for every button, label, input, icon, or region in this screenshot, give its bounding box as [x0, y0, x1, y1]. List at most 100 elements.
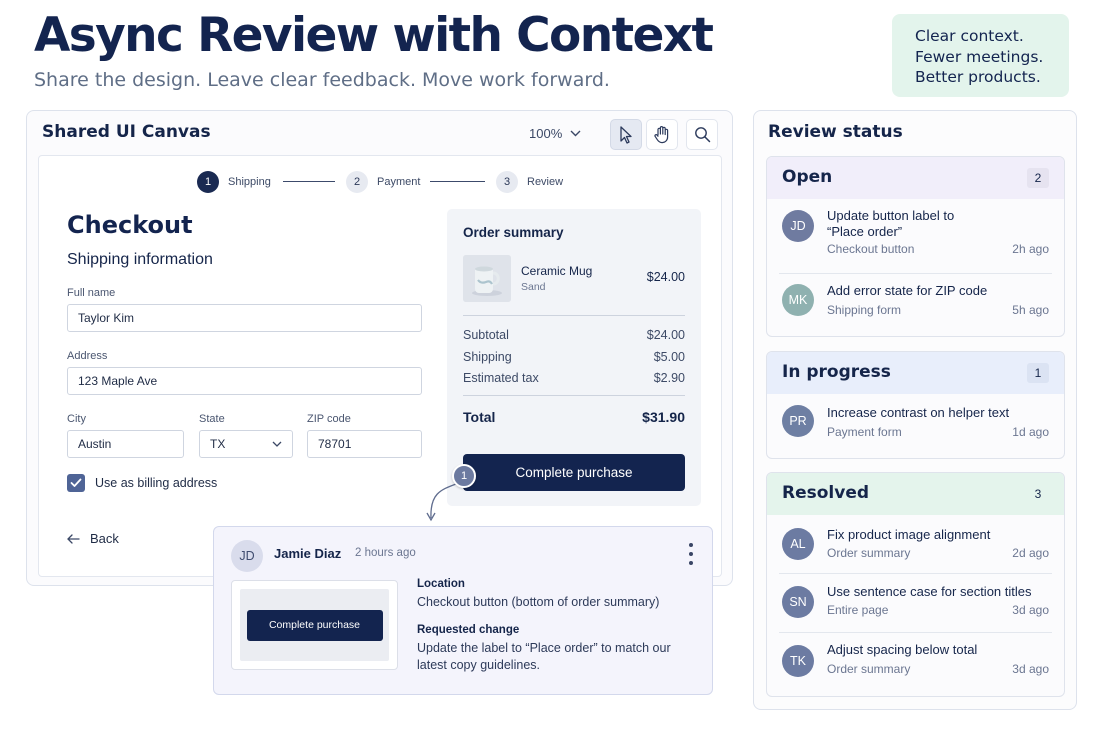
hand-tool-button[interactable] — [646, 119, 678, 150]
chevron-down-icon — [570, 130, 581, 137]
comment-card: JD Jamie Diaz 2 hours ago Complete purch… — [213, 526, 713, 695]
search-tool-button[interactable] — [686, 119, 718, 150]
item-title: Use sentence case for section titles — [827, 584, 1032, 599]
total-label: Total — [463, 409, 496, 425]
checkout-heading: Checkout — [67, 211, 193, 239]
summary-row-label: Estimated tax — [463, 371, 539, 385]
state-select[interactable]: TX — [199, 430, 293, 458]
more-options-icon[interactable] — [686, 543, 696, 565]
group-count: 2 — [1027, 168, 1049, 188]
arrow-left-icon — [67, 533, 80, 544]
summary-row-value: $5.00 — [653, 350, 685, 364]
step-label: Review — [527, 176, 564, 188]
group-open: Open 2 JD Update button label to “Place … — [766, 156, 1065, 337]
zoom-dropdown[interactable]: 100% — [529, 126, 581, 141]
item-age: 3d ago — [1012, 603, 1049, 617]
search-icon — [694, 127, 710, 143]
avatar: AL — [782, 528, 814, 560]
item-age: 1d ago — [1012, 425, 1049, 439]
canvas-title: Shared UI Canvas — [42, 122, 211, 142]
item-meta: Entire page — [827, 603, 889, 617]
review-item[interactable]: JD Update button label to “Place order” … — [767, 199, 1064, 273]
item-title: Increase contrast on helper text — [827, 405, 1010, 420]
address-input[interactable] — [67, 367, 422, 395]
summary-row-subtotal: Subtotal $24.00 — [463, 328, 685, 342]
step-number: 1 — [197, 171, 219, 193]
step-number: 2 — [346, 171, 368, 193]
review-item[interactable]: PR Increase contrast on helper text Paym… — [767, 394, 1064, 458]
avatar: JD — [231, 540, 263, 572]
shipping-heading: Shipping information — [67, 251, 213, 268]
billing-checkbox-label[interactable]: Use as billing address — [95, 476, 217, 490]
complete-purchase-button[interactable]: Complete purchase — [463, 454, 685, 491]
step-number: 3 — [496, 171, 518, 193]
billing-checkbox[interactable] — [67, 474, 85, 492]
shared-canvas-panel: Shared UI Canvas 100% 1 Shipping 2 Payme… — [26, 110, 733, 586]
avatar: JD — [782, 210, 814, 242]
group-header[interactable]: Open 2 — [767, 157, 1064, 199]
review-item[interactable]: MK Add error state for ZIP code Shipping… — [767, 274, 1064, 336]
step-review[interactable]: 3 Review — [496, 171, 563, 193]
callout-line: Fewer meetings. — [915, 47, 1044, 66]
preview-button: Complete purchase — [246, 609, 383, 641]
order-summary: Order summary Ceramic Mug Sand $24.00 Su… — [447, 209, 701, 506]
summary-row-label: Subtotal — [463, 328, 509, 342]
item-title: Adjust spacing below total — [827, 642, 978, 657]
item-title: Update button label to “Place order” — [827, 208, 955, 239]
review-item[interactable]: AL Fix product image alignment Order sum… — [767, 515, 1064, 573]
state-value: TX — [210, 437, 226, 451]
group-name: Resolved — [782, 483, 870, 503]
step-payment[interactable]: 2 Payment — [346, 171, 420, 193]
callout-box: Clear context. Fewer meetings. Better pr… — [892, 14, 1069, 97]
review-status-title: Review status — [768, 122, 903, 142]
back-label: Back — [90, 531, 119, 546]
item-meta: Payment form — [827, 425, 902, 439]
group-name: In progress — [782, 362, 891, 382]
item-meta: Shipping form — [827, 303, 902, 317]
comment-pin[interactable]: 1 — [452, 464, 476, 488]
zoom-level: 100% — [529, 126, 563, 141]
avatar: TK — [782, 645, 814, 677]
avatar: SN — [782, 586, 814, 618]
group-header[interactable]: In progress 1 — [767, 352, 1064, 394]
step-label: Shipping — [228, 176, 271, 188]
comment-time: 2 hours ago — [355, 547, 416, 559]
item-meta: Checkout button — [827, 242, 915, 256]
order-summary-title: Order summary — [463, 225, 564, 240]
avatar: PR — [782, 405, 814, 437]
group-count: 1 — [1027, 363, 1049, 383]
city-input[interactable] — [67, 430, 184, 458]
zip-input[interactable] — [307, 430, 422, 458]
mug-icon — [463, 255, 511, 302]
full-name-input[interactable] — [67, 304, 422, 332]
callout-line: Better products. — [915, 68, 1041, 86]
review-item[interactable]: TK Adjust spacing below total Order summ… — [767, 633, 1064, 695]
step-connector — [430, 181, 485, 182]
hand-icon — [654, 126, 669, 144]
product-variant: Sand — [521, 281, 546, 293]
product-name: Ceramic Mug — [521, 264, 593, 278]
group-header[interactable]: Resolved 3 — [767, 473, 1064, 515]
summary-divider — [463, 395, 685, 396]
location-text: Checkout button (bottom of order summary… — [417, 595, 660, 609]
address-label: Address — [67, 350, 108, 362]
requested-change-heading: Requested change — [417, 624, 520, 636]
item-title: Add error state for ZIP code — [827, 283, 988, 298]
group-in-progress: In progress 1 PR Increase contrast on he… — [766, 351, 1065, 459]
summary-row-value: $2.90 — [653, 371, 685, 385]
summary-row-label: Shipping — [463, 350, 512, 364]
pointer-tool-button[interactable] — [610, 119, 642, 150]
location-heading: Location — [417, 578, 465, 590]
avatar: MK — [782, 284, 814, 316]
review-item[interactable]: SN Use sentence case for section titles … — [767, 574, 1064, 632]
step-connector — [283, 181, 335, 182]
total-value: $31.90 — [642, 409, 685, 425]
group-count: 3 — [1027, 484, 1049, 504]
back-link[interactable]: Back — [67, 531, 119, 546]
step-shipping[interactable]: 1 Shipping — [197, 171, 271, 193]
group-resolved: Resolved 3 AL Fix product image alignmen… — [766, 472, 1065, 697]
item-meta: Order summary — [827, 546, 911, 560]
checkout-frame: 1 Shipping 2 Payment 3 Review Checkout S… — [38, 155, 722, 577]
summary-row-value: $24.00 — [646, 328, 685, 342]
state-label: State — [199, 413, 225, 425]
